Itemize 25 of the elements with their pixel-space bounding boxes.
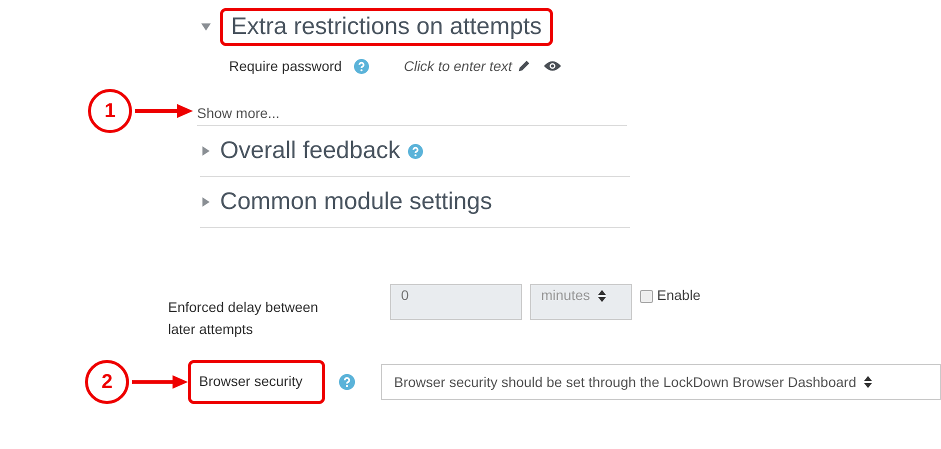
browser-security-select[interactable]: Browser security should be set through the LockDown Browser Dashboard bbox=[381, 364, 941, 400]
callout-arrow bbox=[135, 104, 193, 118]
section-heading[interactable]: Common module settings bbox=[220, 188, 492, 216]
help-icon[interactable] bbox=[354, 58, 369, 74]
number-field[interactable]: 0 bbox=[390, 284, 522, 320]
caret-icon[interactable] bbox=[200, 145, 212, 157]
help-icon[interactable] bbox=[408, 144, 424, 158]
sort-icon bbox=[864, 376, 872, 388]
editable-text[interactable]: Click to enter text bbox=[404, 58, 512, 74]
field-label: Enforced delay between later attempts bbox=[168, 298, 320, 339]
field-label: Require password bbox=[229, 58, 342, 74]
checkbox[interactable] bbox=[640, 290, 653, 303]
callout-number: 2 bbox=[85, 360, 129, 404]
sort-icon bbox=[598, 290, 606, 302]
section-heading[interactable]: Extra restrictions on attempts bbox=[231, 13, 542, 41]
callout-number: 1 bbox=[88, 89, 132, 133]
show-more-link[interactable]: Show more... bbox=[197, 104, 280, 120]
caret-icon[interactable] bbox=[200, 21, 212, 33]
help-icon[interactable] bbox=[339, 374, 355, 390]
caret-icon[interactable] bbox=[200, 196, 212, 208]
eye-icon[interactable] bbox=[543, 60, 562, 72]
field-label: Browser security bbox=[199, 373, 302, 389]
section-heading[interactable]: Overall feedback bbox=[220, 137, 400, 165]
checkbox-label[interactable]: Enable bbox=[657, 287, 701, 303]
pencil-icon[interactable] bbox=[517, 59, 531, 73]
